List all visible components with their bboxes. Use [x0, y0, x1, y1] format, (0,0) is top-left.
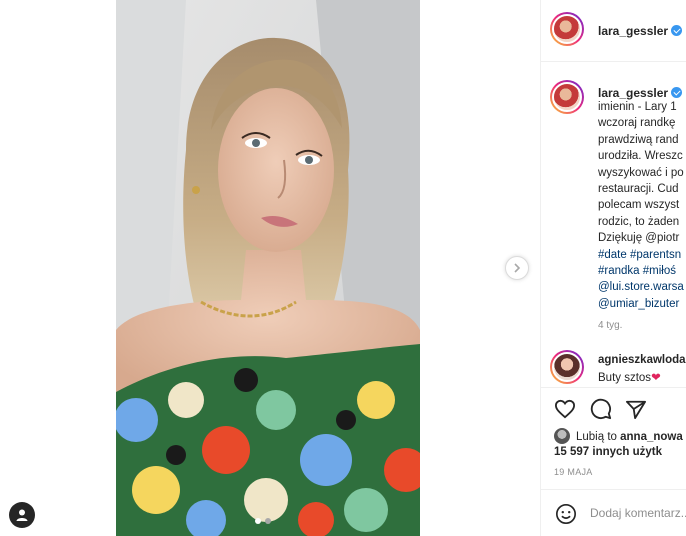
- post-caption: imienin - Lary 1 wczoraj randkę prawdziw…: [598, 99, 686, 312]
- add-comment-bar: Dodaj komentarz...: [541, 489, 686, 536]
- carousel-indicator: [255, 518, 271, 524]
- user-icon: [16, 509, 28, 521]
- post-photo[interactable]: [116, 0, 420, 536]
- caption-mention-line[interactable]: @umiar_bizuter: [598, 296, 686, 312]
- like-button[interactable]: [553, 397, 577, 421]
- emoji-icon[interactable]: [555, 503, 577, 525]
- author-username[interactable]: lara_gessler: [598, 24, 668, 38]
- share-icon: [626, 400, 646, 419]
- caption-hashtag-line[interactable]: #date #parentsn: [598, 247, 686, 263]
- commenter-avatar[interactable]: [550, 350, 584, 384]
- comment-button[interactable]: [589, 397, 613, 421]
- caption-line: polecam wszyst: [598, 199, 680, 212]
- verified-icon: [671, 25, 683, 36]
- like-icon: [554, 399, 576, 419]
- author-name-row: lara_gessler: [598, 22, 683, 40]
- carousel-dot: [255, 518, 261, 524]
- next-arrow-icon: [514, 263, 521, 273]
- verified-icon: [671, 87, 683, 98]
- caption-hashtag-line[interactable]: #randka #miłoś: [598, 263, 686, 279]
- caption-mention-line[interactable]: @lui.store.warsa: [598, 279, 686, 295]
- caption-line: urodziła. Wreszc: [598, 150, 683, 163]
- caption-author-avatar[interactable]: [550, 80, 584, 114]
- caption-line: imienin - Lary 1: [598, 101, 677, 113]
- comment-icon: [590, 398, 612, 420]
- caption-line: rodzic, to żaden: [598, 215, 680, 228]
- commenter-username[interactable]: agnieszkawloda: [598, 354, 686, 366]
- post-date[interactable]: 19 MAJA: [554, 467, 593, 477]
- caption-line: prawdziwą rand: [598, 133, 679, 146]
- caption-line-mention[interactable]: Dziękuję @piotr: [598, 230, 686, 246]
- liker-avatar[interactable]: [554, 428, 570, 444]
- likes-count[interactable]: 15 597 innych użytk: [554, 446, 662, 458]
- comment-text: Buty sztos: [598, 372, 652, 384]
- user-profile-button[interactable]: [9, 502, 35, 528]
- post-photo-image: [116, 0, 420, 536]
- share-button[interactable]: [624, 397, 648, 421]
- page-left-margin: [0, 0, 116, 536]
- carousel-dot: [265, 518, 271, 524]
- heart-emoji: ❤: [651, 372, 661, 384]
- caption-line: wczoraj randkę: [598, 117, 676, 130]
- liker-username[interactable]: anna_nowa: [620, 431, 683, 443]
- comment-text-row: Buty sztos❤: [598, 370, 661, 384]
- likes-prefix: Lubią to: [576, 431, 617, 443]
- caption-line: restauracji. Cud: [598, 182, 679, 195]
- comment-input[interactable]: Dodaj komentarz...: [590, 506, 686, 520]
- caption-author-username[interactable]: lara_gessler: [598, 86, 668, 100]
- likes-summary: Lubią to anna_nowa 15 597 innych użytk: [554, 428, 686, 460]
- caption-time-ago[interactable]: 4 tyg.: [598, 320, 622, 331]
- actions-divider: [541, 387, 686, 388]
- author-avatar[interactable]: [550, 12, 584, 46]
- caption-line: wyszykować i po: [598, 166, 684, 179]
- next-image-button[interactable]: [505, 256, 529, 280]
